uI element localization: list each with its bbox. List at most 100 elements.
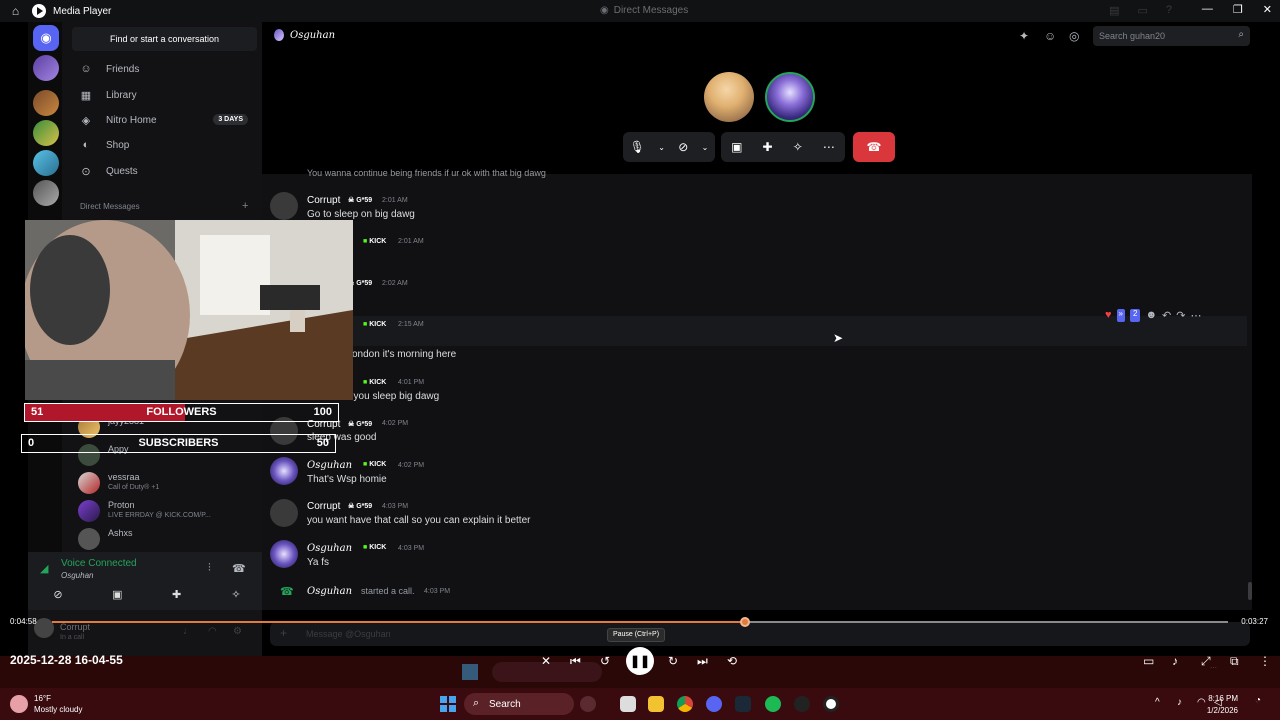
cast-icon[interactable]: ⧉ — [1230, 654, 1239, 669]
file-explorer-icon[interactable] — [648, 696, 664, 712]
server-avatar[interactable] — [33, 120, 59, 146]
windows-start-button[interactable] — [440, 696, 456, 712]
soundboard-icon[interactable]: ✧ — [216, 588, 256, 601]
home-icon[interactable]: ⌂ — [9, 4, 22, 18]
notifications-icon[interactable]: ◔ — [1255, 695, 1261, 706]
signal-icon[interactable]: ◢ — [40, 562, 48, 575]
fullscreen-icon[interactable]: ⤢ — [1201, 654, 1211, 669]
fast-forward-reaction-icon[interactable]: » — [1116, 309, 1125, 322]
activities-icon[interactable]: ✚ — [763, 140, 773, 154]
avatar[interactable] — [270, 499, 298, 527]
skull-app-icon[interactable] — [580, 696, 596, 712]
settings-icon[interactable]: ⚙ — [233, 626, 242, 637]
message-author[interactable]: Osguhan — [307, 543, 352, 554]
pin-icon[interactable]: ✦ — [1019, 29, 1029, 43]
discord-icon[interactable] — [706, 696, 722, 712]
disconnect-icon[interactable]: ☎ — [232, 562, 246, 575]
more-options-icon[interactable]: ⋮ — [1259, 654, 1271, 668]
heart-reaction-icon[interactable]: ♥ — [1105, 309, 1112, 322]
headset-icon[interactable]: ◠ — [208, 626, 217, 637]
avatar[interactable] — [270, 192, 298, 220]
microphone-icon[interactable]: 🎙 — [630, 140, 645, 154]
camera-off-icon[interactable]: ⊘ — [38, 588, 78, 601]
forward-icon[interactable]: ↷ — [1176, 309, 1185, 322]
weather-icon[interactable] — [10, 695, 28, 713]
call-participant-avatar[interactable] — [704, 72, 754, 122]
create-dm-button[interactable]: + — [242, 200, 248, 212]
add-reaction-icon[interactable]: ☻ — [1145, 309, 1157, 322]
next-icon[interactable]: ⏭ — [697, 654, 708, 669]
nav-friends[interactable]: ☺ Friends — [70, 58, 256, 80]
wifi-icon[interactable]: ◠ — [1197, 697, 1206, 708]
message-author[interactable]: Osguhan — [307, 460, 352, 471]
dm-item[interactable]: Ashxs — [78, 526, 258, 552]
shuffle-icon[interactable]: ✕ — [541, 654, 551, 668]
close-button[interactable]: ✕ — [1263, 3, 1272, 16]
system-author[interactable]: Osguhan — [307, 586, 352, 597]
hang-up-button[interactable]: ☎ — [853, 132, 895, 162]
more-icon[interactable]: ⋯ — [823, 140, 835, 154]
server-avatar[interactable] — [33, 180, 59, 206]
reaction-count[interactable]: 2 — [1129, 309, 1141, 322]
nav-library[interactable]: ▦ Library — [70, 84, 256, 106]
profile-icon[interactable]: ◎ — [1069, 29, 1079, 43]
taskbar-clock-date[interactable]: 1/2/2026 — [1207, 706, 1238, 715]
forward-30-icon[interactable]: ↻ — [668, 654, 678, 668]
volume-icon[interactable]: ♪ — [1172, 654, 1178, 668]
dm-item[interactable]: Proton LIVE ERRDAY @ KICK.COM/P... — [78, 498, 258, 524]
restore-button[interactable]: ❐ — [1233, 3, 1243, 16]
avatar[interactable] — [270, 457, 298, 485]
activities-icon[interactable]: ✚ — [157, 588, 197, 601]
discord-home-button[interactable]: ◉ — [33, 25, 59, 51]
help-icon[interactable]: ? — [1166, 4, 1172, 17]
inbox-icon[interactable]: ▤ — [1109, 4, 1119, 17]
noise-suppression-icon[interactable]: ⫶ — [208, 562, 211, 575]
task-view-icon[interactable] — [620, 696, 636, 712]
add-friends-icon[interactable]: ☺ — [1044, 29, 1056, 43]
kick-icon: ■ — [363, 238, 368, 245]
tray-chevron-icon[interactable]: ^ — [1155, 697, 1160, 708]
server-avatar[interactable] — [33, 90, 59, 116]
seek-bar-knob[interactable] — [739, 617, 750, 627]
miniplayer-icon[interactable]: ▭ — [1143, 654, 1154, 668]
previous-icon[interactable]: ⏮ — [570, 654, 581, 669]
camera-off-icon[interactable]: ⊘ — [678, 140, 688, 154]
nav-shop[interactable]: ◐ Shop — [70, 134, 256, 156]
rewind-10-icon[interactable]: ↺ — [600, 654, 610, 668]
window-icon[interactable]: ▭ — [1137, 4, 1147, 17]
microphone-icon[interactable]: ♪ — [1177, 697, 1182, 708]
message-author[interactable]: Corrupt — [307, 501, 340, 512]
search-input[interactable]: Search guhan20 ⌕ — [1093, 26, 1250, 46]
chrome-icon[interactable] — [677, 696, 693, 712]
media-player-icon[interactable] — [823, 696, 839, 712]
repeat-icon[interactable]: ⟲ — [727, 654, 737, 668]
find-conversation-button[interactable]: Find or start a conversation — [72, 27, 257, 51]
mic-icon[interactable]: ♩ — [183, 626, 193, 637]
taskbar-clock-time[interactable]: 8:16 PM — [1208, 694, 1238, 703]
reply-icon[interactable]: ↶ — [1162, 309, 1171, 322]
nav-quests[interactable]: ⊙ Quests — [70, 160, 256, 182]
message-composer[interactable]: + Message @Osguhan — [270, 622, 1250, 646]
minimize-button[interactable]: — — [1202, 3, 1213, 16]
seek-bar[interactable] — [52, 617, 1228, 627]
spotify-icon[interactable] — [765, 696, 781, 712]
call-participant-avatar[interactable] — [765, 72, 815, 122]
dm-item[interactable]: vessraa Call of Duty® +1 — [78, 470, 258, 496]
chat-scrollbar-thumb[interactable] — [1248, 582, 1252, 600]
plus-icon[interactable]: + — [280, 626, 287, 640]
nav-nitro-home[interactable]: ◈ Nitro Home 3 DAYS — [70, 109, 256, 131]
taskbar-search[interactable]: ⌕ Search — [464, 693, 574, 715]
pause-button[interactable]: ❚❚ — [626, 647, 654, 675]
soundboard-icon[interactable]: ✧ — [793, 140, 803, 154]
screen-share-icon[interactable]: ▣ — [97, 588, 137, 601]
message-author[interactable]: Corrupt — [307, 195, 340, 206]
avatar[interactable] — [270, 540, 298, 568]
server-avatar[interactable] — [33, 55, 59, 81]
more-icon[interactable]: ⋯ — [1190, 309, 1201, 322]
chevron-down-icon[interactable]: ⌄ — [658, 143, 665, 152]
steam-icon[interactable] — [735, 696, 751, 712]
server-avatar[interactable] — [33, 150, 59, 176]
screen-share-icon[interactable]: ▣ — [731, 140, 742, 154]
chevron-down-icon[interactable]: ⌄ — [702, 143, 709, 152]
obs-icon[interactable] — [794, 696, 810, 712]
